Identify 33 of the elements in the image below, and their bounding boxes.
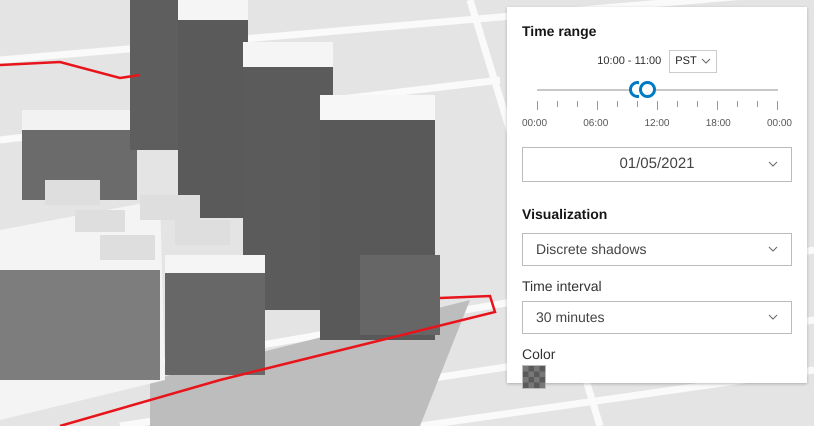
tick-mark [597, 100, 598, 110]
tick-mark [577, 100, 578, 106]
visualization-dropdown[interactable]: Discrete shadows [522, 232, 792, 266]
panel-title: Time range [522, 22, 598, 41]
color-swatch[interactable] [522, 364, 546, 388]
chevron-down-icon [700, 58, 711, 64]
tick-mark [657, 100, 658, 110]
chevron-down-icon [768, 314, 778, 320]
axis-label: 00:00 [766, 116, 792, 130]
time-range-reading: 10:00 - 11:00 [597, 54, 662, 69]
axis-label: 12:00 [644, 116, 670, 130]
field-label: Time interval [522, 276, 603, 296]
interval-dropdown[interactable]: 30 minutes [522, 300, 792, 334]
tick-mark [677, 100, 678, 106]
chevron-down-icon [768, 246, 778, 252]
tick-mark [737, 100, 738, 106]
tick-mark [537, 100, 538, 110]
chevron-down-icon [768, 161, 778, 167]
date-dropdown[interactable]: 01/05/2021 [522, 146, 792, 182]
tick-mark [757, 100, 758, 106]
field-label: Color [522, 344, 556, 364]
tick-mark [617, 100, 618, 106]
timezone-dropdown[interactable]: PST [669, 50, 717, 72]
tick-mark [697, 100, 698, 106]
axis-label: 18:00 [706, 116, 731, 130]
tick-mark [717, 100, 718, 110]
tick-mark [637, 100, 638, 106]
section-title: Visualization [522, 204, 608, 224]
tick-mark [557, 100, 558, 106]
tick-mark [777, 100, 778, 110]
slider-thumb[interactable] [639, 80, 656, 98]
axis-label: 06:00 [583, 116, 608, 130]
axis-label: 00:00 [522, 116, 548, 130]
